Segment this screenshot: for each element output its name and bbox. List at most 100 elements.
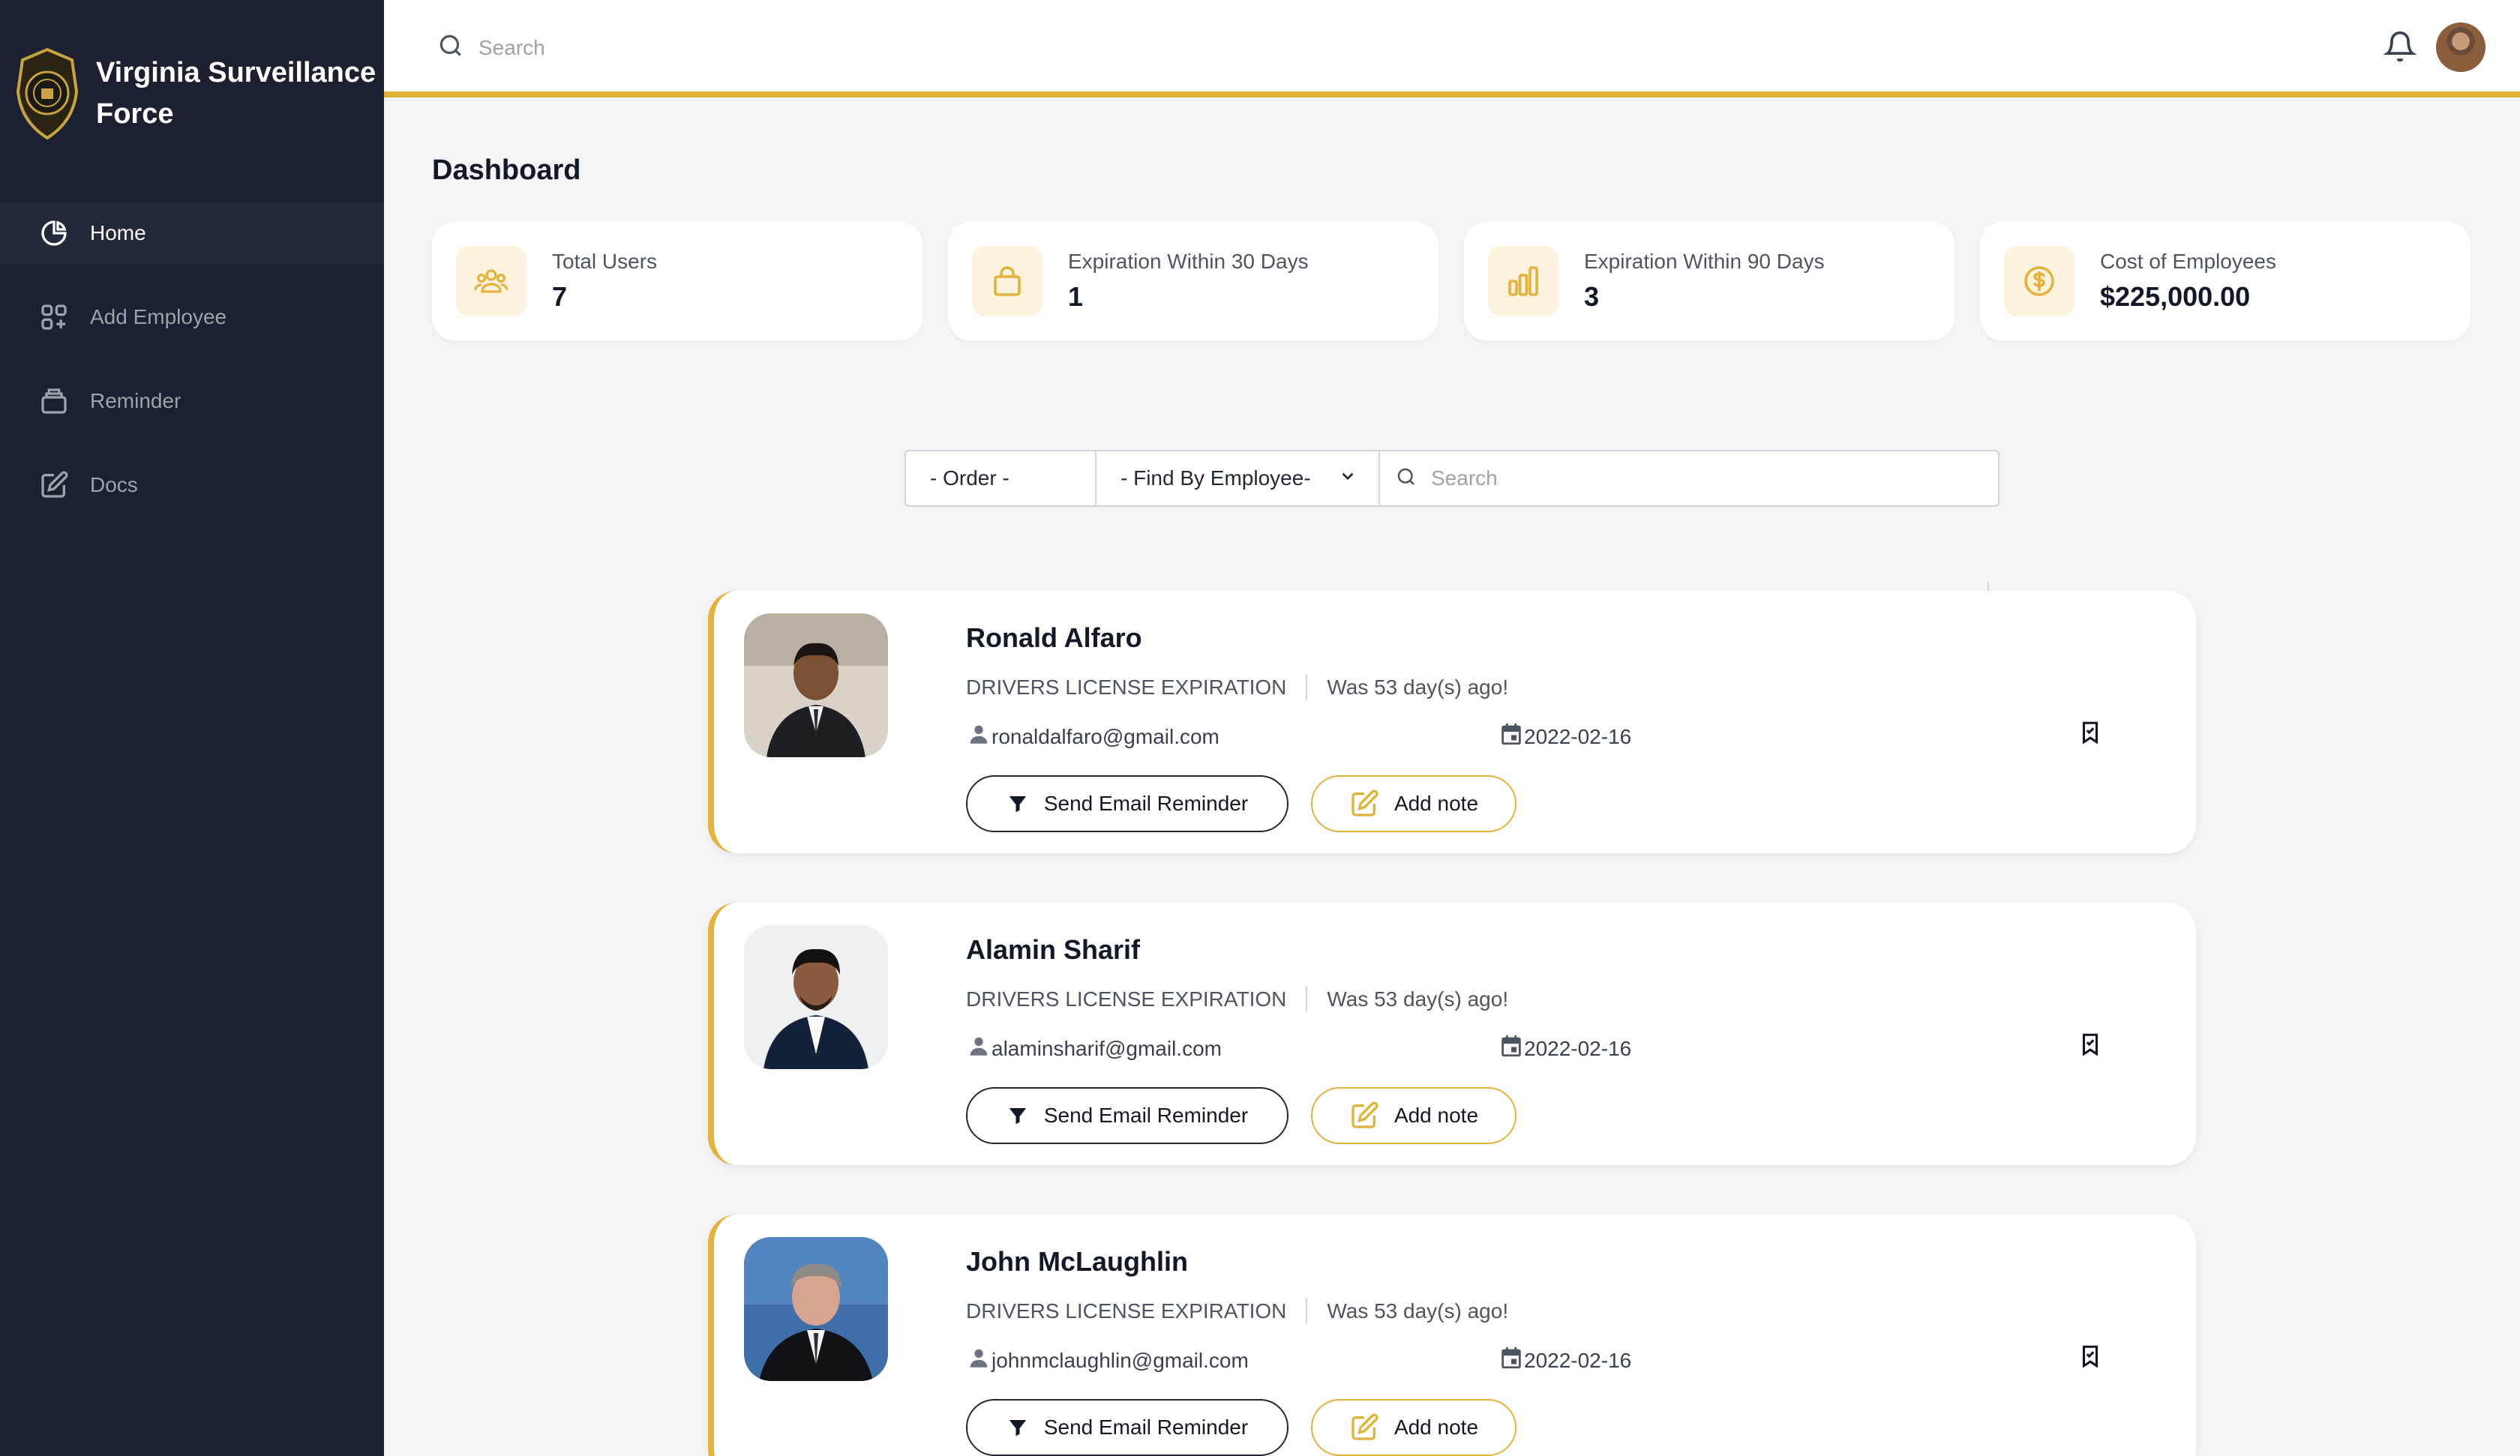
calendar-icon [1498,721,1524,752]
stat-value: 3 [1584,281,1600,312]
user-icon [966,1033,992,1064]
filter-icon [1006,792,1029,815]
date-text: 2022-02-16 [1524,1036,1632,1060]
expiration-type: DRIVERS LICENSE EXPIRATION [966,987,1287,1011]
expiration-meta: DRIVERS LICENSE EXPIRATION Was 53 day(s)… [966,1299,1508,1324]
edit-icon [38,469,70,502]
calendar-icon [1498,1345,1524,1376]
topbar [384,0,2520,97]
employee-photo [744,925,888,1069]
bookmark-icon[interactable] [2078,1344,2103,1373]
sidebar-item-label: Add Employee [90,305,227,328]
edit-icon [1349,1413,1379,1443]
filter-bar: - Order - - Find By Employee- Date of Dr… [904,450,2000,636]
brand[interactable]: Virginia Surveillance Force [14,46,396,141]
employee-email: ronaldalfaro@gmail.com [966,721,1220,752]
pie-chart-icon [38,217,70,250]
stat-card-expiration-30: Expiration Within 30 Days 1 [948,222,1438,340]
page-title: Dashboard [432,154,581,186]
employee-select[interactable]: - Find By Employee- [1096,451,1380,505]
calendar-icon [1498,1033,1524,1064]
email-text: ronaldalfaro@gmail.com [992,724,1220,748]
button-label: Send Email Reminder [1043,1104,1249,1127]
sidebar-item-label: Reminder [90,389,182,412]
bookmark-icon[interactable] [2078,720,2103,749]
users-icon [456,246,526,316]
date-text: 2022-02-16 [1524,1348,1632,1372]
expiration-meta: DRIVERS LICENSE EXPIRATION Was 53 day(s)… [966,987,1508,1012]
sidebar-item-docs[interactable]: Docs [0,454,384,516]
button-label: Add note [1394,792,1479,815]
employee-name: John McLaughlin [966,1246,1188,1277]
stat-label: Cost of Employees [2100,250,2276,273]
employee-card: Alamin Sharif DRIVERS LICENSE EXPIRATION… [708,903,2196,1165]
stat-value: 7 [552,281,568,312]
stat-value: $225,000.00 [2100,281,2251,312]
divider [1306,987,1308,1012]
bar-chart-icon [1488,246,1558,316]
button-label: Send Email Reminder [1043,1416,1249,1439]
employee-card: Ronald Alfaro DRIVERS LICENSE EXPIRATION… [708,591,2196,853]
employee-card: John McLaughlin DRIVERS LICENSE EXPIRATI… [708,1215,2196,1456]
stat-label: Expiration Within 90 Days [1584,250,1825,273]
send-email-reminder-button[interactable]: Send Email Reminder [966,1399,1288,1456]
sidebar-item-add-employee[interactable]: Add Employee [0,286,384,348]
order-select[interactable]: - Order - [906,451,1096,505]
police-badge-logo [16,47,79,140]
search-input[interactable] [478,35,928,60]
expiration-status: Was 53 day(s) ago! [1327,1299,1509,1323]
app: Virginia Surveillance Force Home Add Emp… [0,0,2520,1456]
employee-photo [744,613,888,757]
add-note-button[interactable]: Add note [1311,1399,1516,1456]
expiration-status: Was 53 day(s) ago! [1327,987,1509,1011]
send-email-reminder-button[interactable]: Send Email Reminder [966,1087,1288,1144]
sidebar-item-home[interactable]: Home [0,202,384,264]
stat-label: Expiration Within 30 Days [1068,250,1309,273]
stat-value: 1 [1068,281,1084,312]
send-email-reminder-button[interactable]: Send Email Reminder [966,775,1288,832]
inbox-icon [38,385,70,418]
sidebar-nav: Home Add Employee Reminder Docs [0,202,384,538]
button-label: Send Email Reminder [1043,792,1249,815]
employee-select-value: - Find By Employee- [1120,466,1311,490]
bookmark-icon[interactable] [2078,1032,2103,1061]
stat-card-total-users: Total Users 7 [432,222,922,340]
date-text: 2022-02-16 [1524,724,1632,748]
filter-icon [1006,1416,1029,1439]
user-icon [966,721,992,752]
stat-label: Total Users [552,250,658,273]
employee-email: johnmclaughlin@gmail.com [966,1345,1249,1376]
email-text: johnmclaughlin@gmail.com [992,1348,1249,1372]
employee-name: Alamin Sharif [966,934,1141,965]
bell-icon[interactable] [2383,30,2417,67]
top-search [436,31,928,64]
email-text: alaminsharif@gmail.com [992,1036,1222,1060]
chevron-down-icon [1338,466,1358,491]
sidebar: Virginia Surveillance Force Home Add Emp… [0,0,384,1456]
add-note-button[interactable]: Add note [1311,1087,1516,1144]
button-label: Add note [1394,1104,1479,1127]
employee-photo [744,1237,888,1381]
button-label: Add note [1394,1416,1479,1439]
order-select-value: - Order - [930,466,1010,490]
avatar[interactable] [2436,22,2486,72]
search-icon [436,31,465,64]
edit-icon [1349,1101,1379,1131]
employee-search-input[interactable] [1431,466,1671,490]
expiration-type: DRIVERS LICENSE EXPIRATION [966,1299,1287,1323]
stat-card-expiration-90: Expiration Within 90 Days 3 [1464,222,1954,340]
divider [1306,1299,1308,1324]
search-icon [1395,466,1418,492]
expiration-meta: DRIVERS LICENSE EXPIRATION Was 53 day(s)… [966,675,1508,700]
stat-card-cost: Cost of Employees $225,000.00 [1980,222,2470,340]
edit-icon [1349,789,1379,819]
employee-name: Ronald Alfaro [966,622,1142,653]
grid-plus-icon [38,301,70,334]
expiration-date: 2022-02-16 [1498,1033,1631,1064]
add-note-button[interactable]: Add note [1311,775,1516,832]
employee-email: alaminsharif@gmail.com [966,1033,1222,1064]
expiration-type: DRIVERS LICENSE EXPIRATION [966,676,1287,699]
sidebar-item-reminder[interactable]: Reminder [0,370,384,432]
filter-icon [1006,1104,1029,1127]
brand-name: Virginia Surveillance Force [96,57,376,130]
